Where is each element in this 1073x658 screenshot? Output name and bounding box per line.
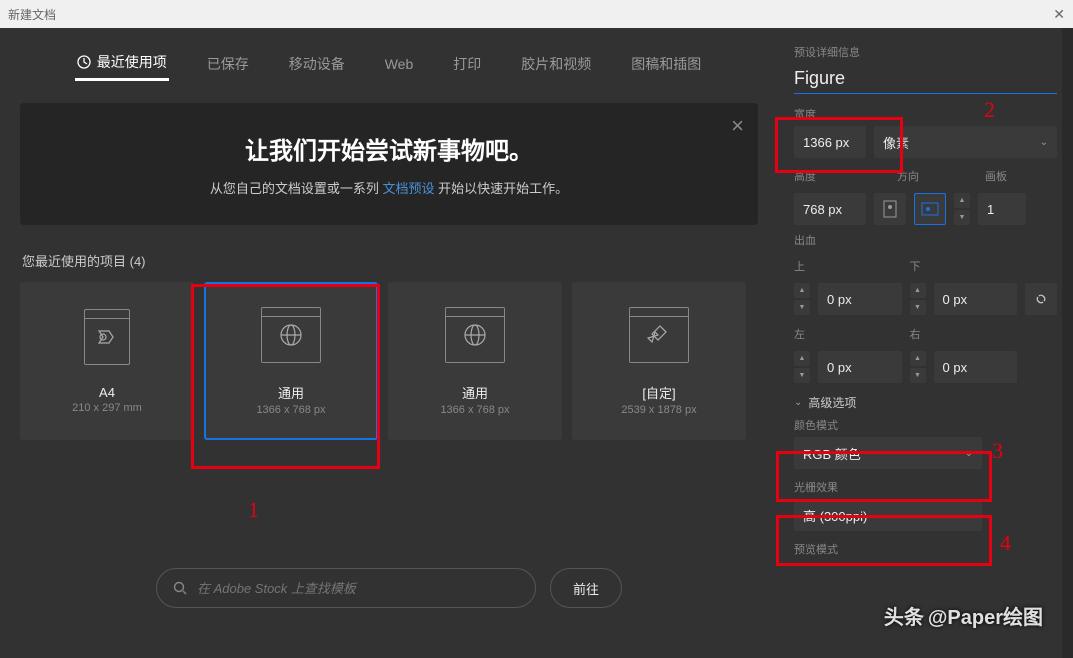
artboard-count[interactable]: 1	[978, 193, 1026, 225]
orientation-portrait[interactable]	[874, 193, 906, 225]
annotation-label-4: 4	[1000, 530, 1011, 556]
search-icon	[173, 581, 187, 595]
preset-name-input[interactable]	[794, 64, 1057, 94]
tab-saved[interactable]: 已保存	[205, 46, 251, 81]
bleed-top[interactable]: 0 px	[818, 283, 902, 315]
bleed-bottom[interactable]: 0 px	[934, 283, 1018, 315]
tab-mobile[interactable]: 移动设备	[287, 46, 347, 81]
globe-icon	[445, 307, 505, 363]
details-label: 预设详细信息	[794, 44, 1057, 60]
left-panel: 最近使用项 已保存 移动设备 Web 打印 胶片和视频 图稿和插图 × 让我们开…	[0, 28, 778, 658]
go-button[interactable]: 前往	[550, 568, 622, 608]
preset-card-custom[interactable]: [自定] 2539 x 1878 px	[572, 282, 746, 440]
tab-web[interactable]: Web	[383, 46, 416, 81]
hero-close-icon[interactable]: ×	[731, 113, 744, 139]
annotation-label-3: 3	[992, 438, 1003, 464]
watermark: 头条 @Paper绘图	[884, 601, 1043, 630]
tab-art[interactable]: 图稿和插图	[629, 46, 703, 81]
recent-label: 您最近使用的项目 (4)	[22, 251, 756, 270]
tab-film[interactable]: 胶片和视频	[519, 46, 593, 81]
annotation-label-1: 1	[248, 497, 259, 523]
hero-banner: × 让我们开始尝试新事物吧。 从您自己的文档设置或一系列 文档预设 开始以快速开…	[20, 103, 758, 225]
preset-link[interactable]: 文档预设	[382, 181, 434, 196]
search-pill[interactable]	[156, 568, 536, 608]
width-field[interactable]: 1366 px	[794, 126, 866, 158]
preset-card-web-1[interactable]: 通用 1366 x 768 px	[204, 282, 378, 440]
hero-subtitle: 从您自己的文档设置或一系列 文档预设 开始以快速开始工作。	[56, 178, 722, 197]
preset-details-panel: 预设详细信息 宽度 1366 px 像素⌄ 高度 方向 画板 768 px ▲▼…	[778, 28, 1073, 658]
tab-print[interactable]: 打印	[451, 46, 483, 81]
tab-recent[interactable]: 最近使用项	[75, 46, 169, 81]
height-field[interactable]: 768 px	[794, 193, 866, 225]
clock-icon	[77, 55, 91, 69]
title-bar: 新建文档 ✕	[0, 0, 1073, 28]
link-icon[interactable]	[1025, 283, 1057, 315]
window-title: 新建文档	[8, 6, 56, 23]
doc-icon	[84, 309, 130, 365]
raster-select[interactable]: 高 (300ppi)⌄	[794, 499, 982, 531]
artboard-stepper[interactable]: ▲▼	[954, 192, 970, 226]
close-icon[interactable]: ✕	[1053, 6, 1065, 23]
unit-select[interactable]: 像素⌄	[874, 126, 1057, 158]
chevron-down-icon: ⌄	[965, 510, 973, 521]
annotation-label-2: 2	[984, 97, 995, 123]
chevron-down-icon: ⌄	[1040, 137, 1048, 148]
globe-icon	[261, 307, 321, 363]
orientation-landscape[interactable]	[914, 193, 946, 225]
search-input[interactable]	[197, 581, 519, 596]
pencil-ruler-icon	[629, 307, 689, 363]
preset-card-web-2[interactable]: 通用 1366 x 768 px	[388, 282, 562, 440]
recent-cards: A4 210 x 297 mm 通用 1366 x 768 px 通用 1366…	[0, 282, 778, 440]
search-row: 前往	[20, 568, 758, 608]
color-mode-select[interactable]: RGB 颜色⌄	[794, 437, 982, 469]
advanced-toggle[interactable]: ⌄高级选项	[794, 394, 1057, 411]
scrollbar-gutter[interactable]	[1062, 28, 1073, 658]
bleed-right[interactable]: 0 px	[934, 351, 1018, 383]
chevron-down-icon: ⌄	[965, 448, 973, 459]
chevron-down-icon: ⌄	[794, 397, 802, 408]
category-tabs: 最近使用项 已保存 移动设备 Web 打印 胶片和视频 图稿和插图	[0, 28, 778, 91]
bleed-left[interactable]: 0 px	[818, 351, 902, 383]
preset-card-a4[interactable]: A4 210 x 297 mm	[20, 282, 194, 440]
hero-title: 让我们开始尝试新事物吧。	[56, 131, 722, 166]
